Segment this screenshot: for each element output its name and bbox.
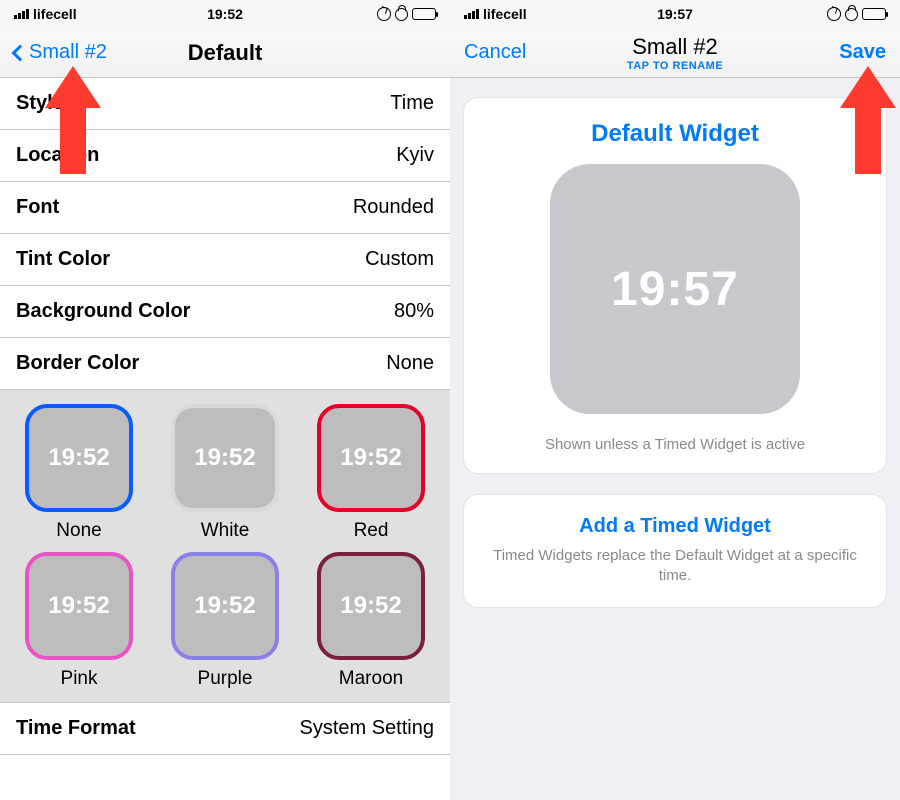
row-value: None: [386, 352, 434, 375]
nav-title[interactable]: Small #2 TAP TO RENAME: [627, 34, 723, 72]
battery-icon: [862, 8, 886, 20]
row-value: 80%: [394, 300, 434, 323]
setting-row[interactable]: Border Color None: [0, 338, 450, 390]
swatch-label: White: [201, 520, 250, 542]
save-button[interactable]: Save: [839, 41, 886, 64]
status-time: 19:57: [657, 6, 693, 22]
carrier-label: lifecell: [33, 6, 77, 22]
row-label: Border Color: [16, 352, 139, 375]
color-swatch-red[interactable]: 19:52 Red: [302, 404, 440, 542]
status-time: 19:52: [207, 6, 243, 22]
row-value: System Setting: [299, 717, 434, 740]
color-swatch-none[interactable]: 19:52 None: [10, 404, 148, 542]
swatch-time: 19:52: [340, 444, 401, 472]
row-value: Time: [390, 92, 434, 115]
swatch-time: 19:52: [194, 444, 255, 472]
add-timed-widget-card[interactable]: Add a Timed Widget Timed Widgets replace…: [464, 495, 886, 607]
nav-title-text: Small #2: [632, 34, 718, 59]
swatch-time: 19:52: [194, 592, 255, 620]
status-bar: lifecell 19:57: [450, 0, 900, 28]
setting-row[interactable]: Background Color 80%: [0, 286, 450, 338]
swatch-tile: 19:52: [25, 404, 133, 512]
row-label: Background Color: [16, 300, 190, 323]
nav-bar: Small #2 Default: [0, 28, 450, 78]
row-label: Time Format: [16, 717, 136, 740]
setting-row[interactable]: Style Time: [0, 78, 450, 130]
swatch-tile: 19:52: [317, 404, 425, 512]
card-description: Timed Widgets replace the Default Widget…: [488, 546, 862, 587]
phone-left: lifecell 19:52 Small #2 Default Style Tim…: [0, 0, 450, 800]
color-swatch-purple[interactable]: 19:52 Purple: [156, 552, 294, 690]
row-label: Location: [16, 144, 99, 167]
row-value: Custom: [365, 248, 434, 271]
default-widget-card[interactable]: Default Widget 19:57 Shown unless a Time…: [464, 98, 886, 473]
swatch-time: 19:52: [48, 444, 109, 472]
row-label: Style: [16, 92, 64, 115]
swatch-label: Purple: [198, 668, 253, 690]
row-value: Kyiv: [396, 144, 434, 167]
swatch-tile: 19:52: [171, 404, 279, 512]
setting-row[interactable]: Location Kyiv: [0, 130, 450, 182]
border-color-grid: 19:52None19:52White19:52Red19:52Pink19:5…: [0, 390, 450, 703]
rotation-lock-icon: [377, 7, 391, 21]
nav-subtitle: TAP TO RENAME: [627, 60, 723, 72]
widget-preview: 19:57: [550, 164, 800, 414]
headphones-icon: [395, 8, 408, 21]
row-label: Font: [16, 196, 59, 219]
phone-right: lifecell 19:57 Cancel Small #2 TAP TO RE…: [450, 0, 900, 800]
swatch-label: Maroon: [339, 668, 403, 690]
nav-bar: Cancel Small #2 TAP TO RENAME Save: [450, 28, 900, 78]
battery-icon: [412, 8, 436, 20]
card-title: Default Widget: [482, 120, 868, 148]
setting-row[interactable]: Font Rounded: [0, 182, 450, 234]
swatch-label: Red: [354, 520, 389, 542]
nav-title: Default: [188, 40, 263, 66]
swatch-tile: 19:52: [171, 552, 279, 660]
row-value: Rounded: [353, 196, 434, 219]
rotation-lock-icon: [827, 7, 841, 21]
preview-time: 19:57: [611, 262, 739, 317]
swatch-time: 19:52: [340, 592, 401, 620]
chevron-left-icon: [12, 44, 29, 61]
color-swatch-maroon[interactable]: 19:52 Maroon: [302, 552, 440, 690]
signal-icon: [14, 9, 29, 19]
setting-row[interactable]: Tint Color Custom: [0, 234, 450, 286]
swatch-time: 19:52: [48, 592, 109, 620]
carrier-label: lifecell: [483, 6, 527, 22]
back-button-label: Small #2: [29, 41, 107, 64]
card-title: Add a Timed Widget: [488, 515, 862, 538]
swatch-tile: 19:52: [317, 552, 425, 660]
swatch-tile: 19:52: [25, 552, 133, 660]
signal-icon: [464, 9, 479, 19]
setting-row[interactable]: Time Format System Setting: [0, 703, 450, 755]
color-swatch-pink[interactable]: 19:52 Pink: [10, 552, 148, 690]
status-bar: lifecell 19:52: [0, 0, 450, 28]
row-label: Tint Color: [16, 248, 110, 271]
color-swatch-white[interactable]: 19:52 White: [156, 404, 294, 542]
swatch-label: Pink: [61, 668, 98, 690]
back-button[interactable]: Small #2: [14, 41, 107, 64]
card-caption: Shown unless a Timed Widget is active: [482, 436, 868, 453]
cancel-button[interactable]: Cancel: [464, 41, 526, 64]
headphones-icon: [845, 8, 858, 21]
swatch-label: None: [56, 520, 101, 542]
